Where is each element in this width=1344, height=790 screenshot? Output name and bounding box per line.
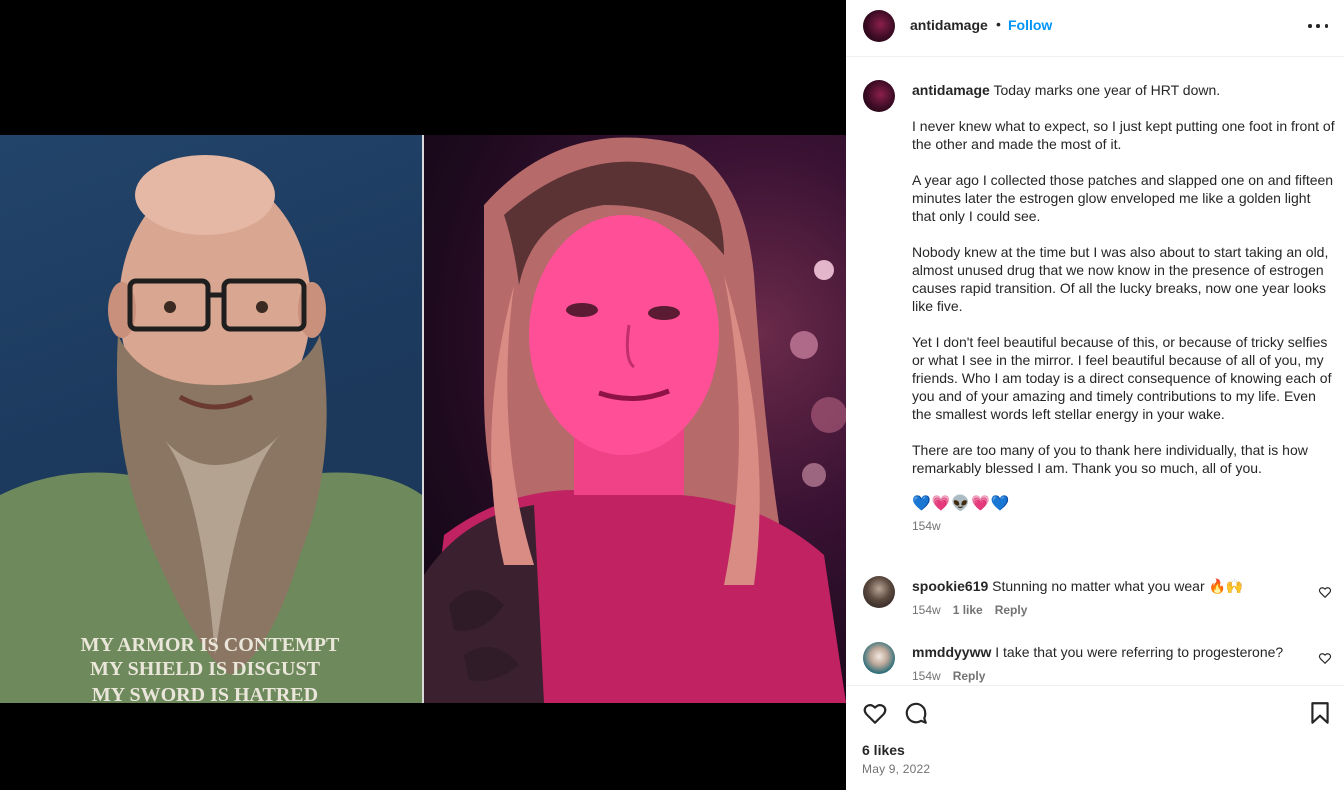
commenter-avatar[interactable] <box>863 642 895 674</box>
post-media: MY ARMOR IS CONTEMPT MY SHIELD IS DISGUS… <box>0 0 846 790</box>
comment-item: spookie619 Stunning no matter what you w… <box>846 576 1344 636</box>
post-actions-bar: 6 likes May 9, 2022 <box>846 685 1344 790</box>
follow-button[interactable]: Follow <box>1008 17 1052 33</box>
comment-reply-button[interactable]: Reply <box>953 669 986 683</box>
more-options-icon[interactable] <box>1308 14 1328 38</box>
commenter-username[interactable]: spookie619 <box>912 578 988 594</box>
comment-item: mmddyyww I take that you were referring … <box>846 642 1344 685</box>
comment-like-heart-icon[interactable] <box>1318 585 1332 599</box>
post-details-panel: antidamage • Follow antidamage Today mar… <box>846 0 1344 790</box>
post-date: May 9, 2022 <box>862 762 931 776</box>
author-username[interactable]: antidamage <box>910 17 988 33</box>
shirt-text-line-2: MY SHIELD IS DISGUST <box>90 658 321 680</box>
after-photo-illustration <box>424 137 846 703</box>
caption-paragraph-3: A year ago I collected those patches and… <box>912 172 1334 224</box>
caption-author-avatar[interactable] <box>863 80 895 112</box>
before-photo: MY ARMOR IS CONTEMPT MY SHIELD IS DISGUS… <box>0 135 422 703</box>
photo-collage: MY ARMOR IS CONTEMPT MY SHIELD IS DISGUS… <box>0 135 846 703</box>
commenter-avatar[interactable] <box>863 576 895 608</box>
shirt-text-line-1: MY ARMOR IS CONTEMPT <box>81 634 340 656</box>
post-header: antidamage • Follow <box>846 0 1344 57</box>
commenter-username[interactable]: mmddyyww <box>912 644 991 660</box>
comment-likes-count[interactable]: 1 like <box>953 603 983 617</box>
caption-text-1: Today marks one year of HRT down. <box>993 82 1221 98</box>
caption-paragraph-2: I never knew what to expect, so I just k… <box>912 118 1335 152</box>
comment-meta: 154w Reply <box>912 669 985 683</box>
caption-paragraph-1: antidamage Today marks one year of HRT d… <box>912 81 1336 99</box>
after-photo <box>424 135 846 703</box>
before-photo-illustration: MY ARMOR IS CONTEMPT MY SHIELD IS DISGUS… <box>0 155 422 703</box>
comment-timestamp[interactable]: 154w <box>912 603 941 617</box>
caption-paragraph-5: Yet I don't feel beautiful because of th… <box>912 334 1332 422</box>
post-caption: antidamage Today marks one year of HRT d… <box>912 81 1336 535</box>
comment-timestamp[interactable]: 154w <box>912 669 941 683</box>
heart-icon[interactable] <box>862 700 888 726</box>
caption-username[interactable]: antidamage <box>912 82 990 98</box>
author-avatar[interactable] <box>863 10 895 42</box>
caption-paragraph-6: There are too many of you to thank here … <box>912 442 1308 476</box>
comment-like-heart-icon[interactable] <box>1318 651 1332 665</box>
header-separator: • <box>996 16 1001 32</box>
comment-meta: 154w 1 like Reply <box>912 603 1027 617</box>
comment-text: mmddyyww I take that you were referring … <box>912 643 1312 661</box>
comments-scroll-area[interactable]: antidamage Today marks one year of HRT d… <box>846 57 1344 685</box>
likes-count[interactable]: 6 likes <box>862 742 905 758</box>
bookmark-icon[interactable] <box>1307 700 1333 726</box>
caption-timestamp[interactable]: 154w <box>912 517 1336 535</box>
comment-text: spookie619 Stunning no matter what you w… <box>912 577 1312 595</box>
comment-reply-button[interactable]: Reply <box>995 603 1028 617</box>
caption-paragraph-4: Nobody knew at the time but I was also a… <box>912 244 1329 314</box>
comment-body: I take that you were referring to proges… <box>995 644 1284 660</box>
shirt-text-line-3: MY SWORD IS HATRED <box>92 684 318 703</box>
comment-body: Stunning no matter what you wear 🔥🙌 <box>992 578 1244 594</box>
caption-emojis: 💙💗👽💗💙 <box>912 495 1011 512</box>
comment-icon[interactable] <box>903 700 929 726</box>
